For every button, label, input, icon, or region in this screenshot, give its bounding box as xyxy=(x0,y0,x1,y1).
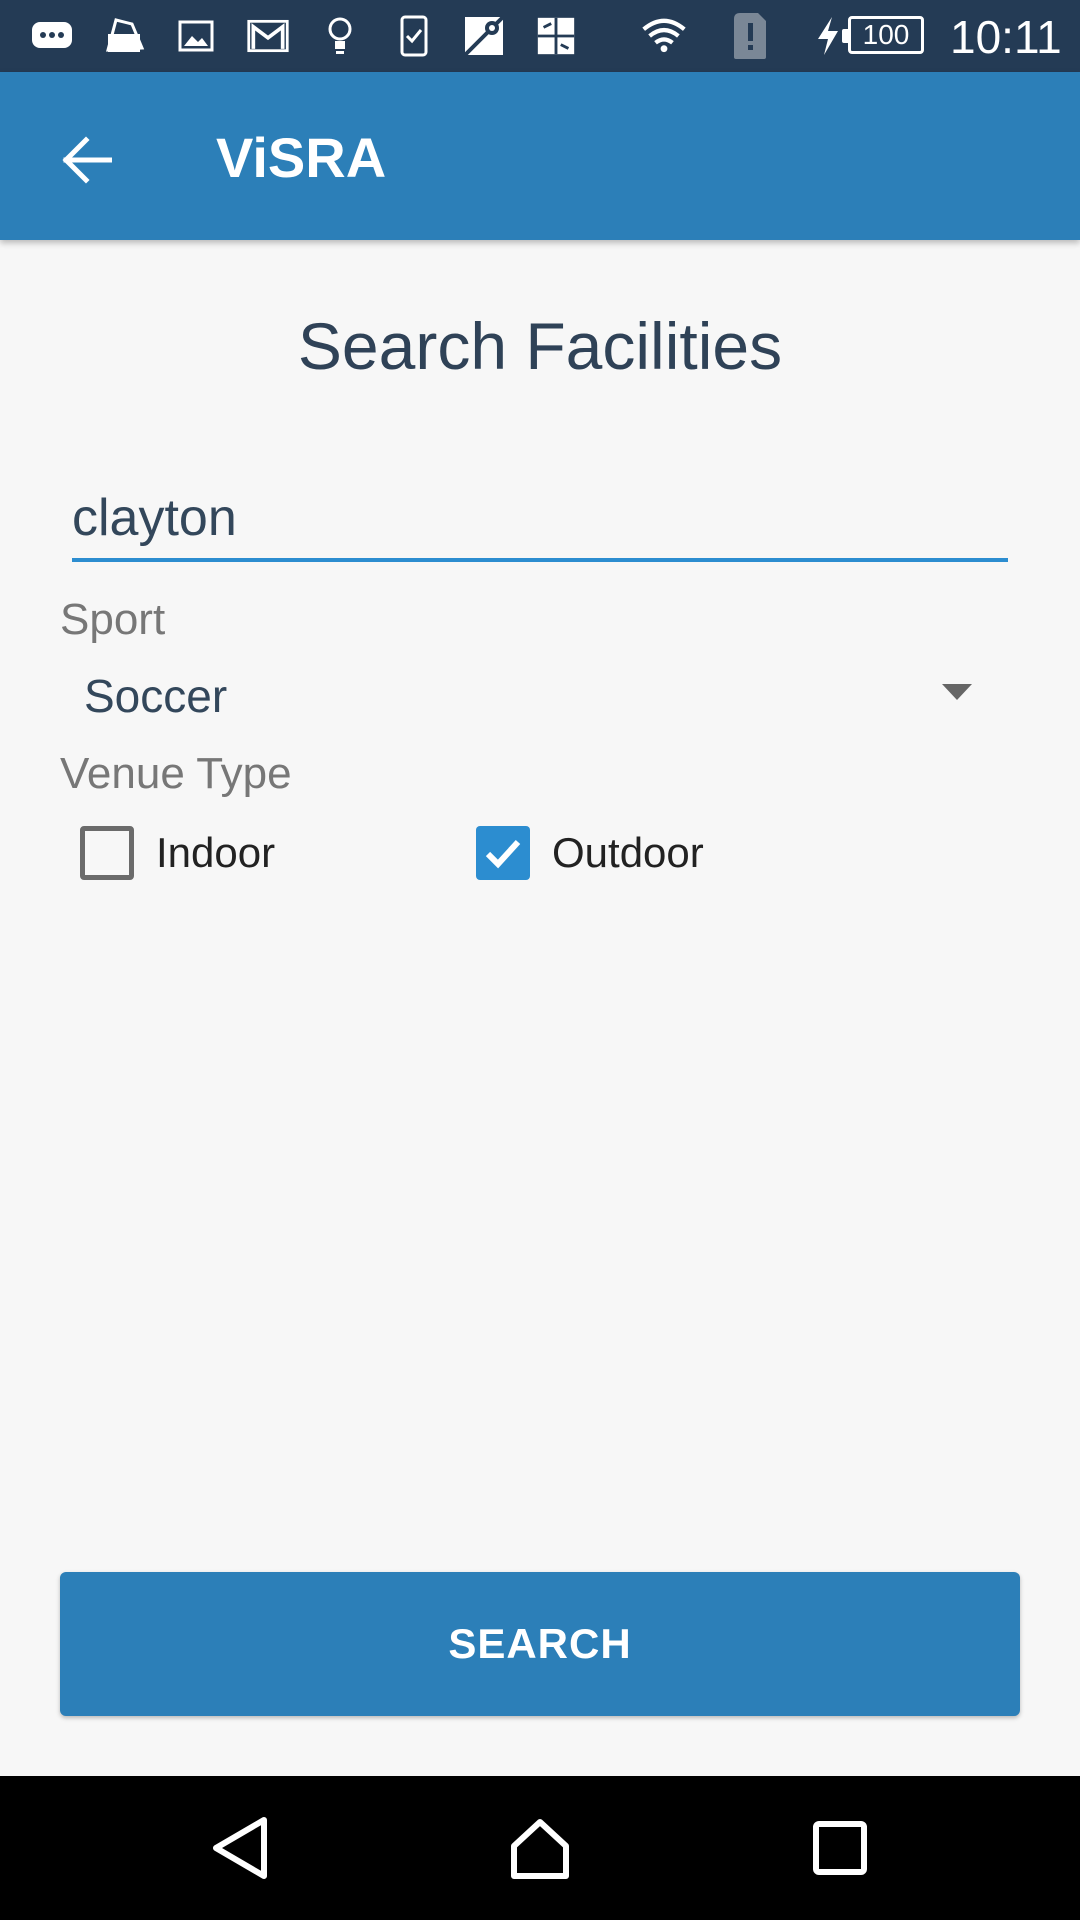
dropdown-arrow-icon xyxy=(942,684,972,700)
outdoor-option[interactable]: Outdoor xyxy=(476,818,704,888)
outdoor-label: Outdoor xyxy=(552,829,704,876)
search-input[interactable]: clayton xyxy=(72,478,1008,562)
sim-alert-icon xyxy=(728,13,772,59)
lightbulb-icon xyxy=(318,14,362,58)
back-nav-icon xyxy=(213,1817,267,1879)
home-nav-icon xyxy=(511,1819,569,1879)
app-bar: ViSRA xyxy=(0,72,1080,240)
indoor-checkbox[interactable] xyxy=(80,826,134,880)
gmail-icon xyxy=(246,14,290,58)
recents-nav-icon xyxy=(813,1821,867,1875)
status-bar: 100 10:11 xyxy=(0,0,1080,72)
maps-icon xyxy=(462,14,506,58)
wifi-icon xyxy=(642,14,686,58)
chat-bubble-icon xyxy=(30,14,74,58)
sport-dropdown[interactable]: Soccer xyxy=(72,660,972,732)
battery-indicator: 100 xyxy=(842,16,924,54)
back-nav-button[interactable] xyxy=(198,1806,282,1890)
venue-type-label: Venue Type xyxy=(60,749,292,798)
arrow-back-icon xyxy=(62,136,112,184)
search-button[interactable]: SEARCH xyxy=(60,1572,1020,1716)
home-nav-button[interactable] xyxy=(498,1806,582,1890)
sport-selected-value: Soccer xyxy=(84,670,228,722)
indoor-option[interactable]: Indoor xyxy=(80,818,275,888)
search-input-value: clayton xyxy=(72,489,237,547)
navigation-bar xyxy=(0,1776,1080,1920)
back-button[interactable] xyxy=(48,122,124,198)
photo-collage-icon xyxy=(534,14,578,58)
cards-icon xyxy=(102,14,146,58)
status-clock: 10:11 xyxy=(950,11,1062,63)
recents-nav-button[interactable] xyxy=(798,1806,882,1890)
sport-label: Sport xyxy=(60,595,166,644)
app-title: ViSRA xyxy=(216,126,387,189)
outdoor-checkbox[interactable] xyxy=(476,826,530,880)
clipboard-check-icon xyxy=(392,14,436,58)
image-icon xyxy=(174,14,218,58)
checkmark-icon xyxy=(485,839,521,869)
indoor-label: Indoor xyxy=(156,829,276,876)
page-title: Search Facilities xyxy=(297,309,783,383)
